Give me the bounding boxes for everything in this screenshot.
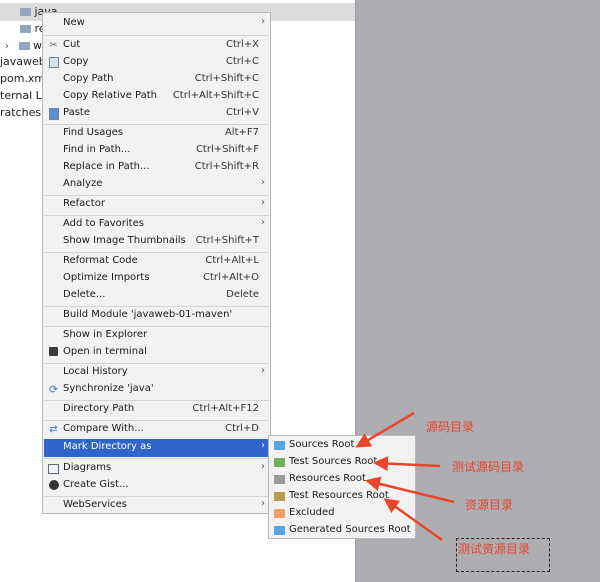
annotation-test-sources: 测试源码目录 [452,460,525,474]
annotation-sources: 源码目录 [426,420,475,434]
arrow-sources [355,411,415,448]
annotation-test-resources: 测试资源目录 [458,542,531,556]
arrow-resources [365,476,455,504]
arrow-test-resources [383,498,443,542]
arrow-test-sources [373,456,441,472]
annotation-resources: 资源目录 [465,498,514,512]
annotation-arrows [355,411,455,542]
